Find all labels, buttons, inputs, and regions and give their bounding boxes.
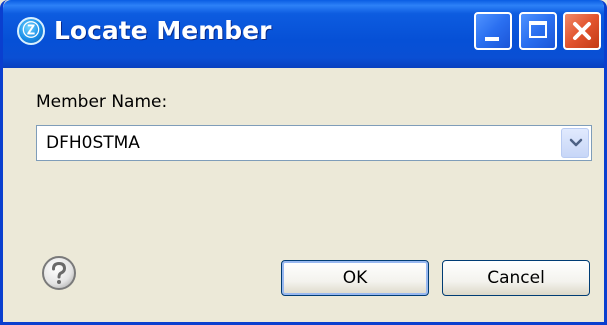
dropdown-button[interactable] xyxy=(561,128,589,158)
member-name-combobox[interactable]: DFH0STMA xyxy=(36,125,592,161)
maximize-button[interactable] xyxy=(519,12,557,50)
locate-member-dialog: Ⓩ Locate Member Member Name: DFH0STMA OK… xyxy=(0,0,607,325)
help-icon[interactable] xyxy=(41,255,77,291)
minimize-icon xyxy=(485,37,499,41)
member-name-value[interactable]: DFH0STMA xyxy=(46,133,140,153)
maximize-icon xyxy=(529,21,547,38)
close-icon xyxy=(573,22,591,40)
member-name-label: Member Name: xyxy=(36,92,168,112)
dialog-content: Member Name: DFH0STMA OK Cancel xyxy=(3,68,604,322)
close-button[interactable] xyxy=(563,12,601,50)
ok-button[interactable]: OK xyxy=(281,260,429,296)
app-logo-icon: Ⓩ xyxy=(17,17,45,45)
window-title: Locate Member xyxy=(54,16,272,45)
cancel-button[interactable]: Cancel xyxy=(442,260,590,296)
chevron-down-icon xyxy=(569,138,583,147)
minimize-button[interactable] xyxy=(474,12,512,50)
title-bar[interactable]: Ⓩ Locate Member xyxy=(3,0,604,68)
